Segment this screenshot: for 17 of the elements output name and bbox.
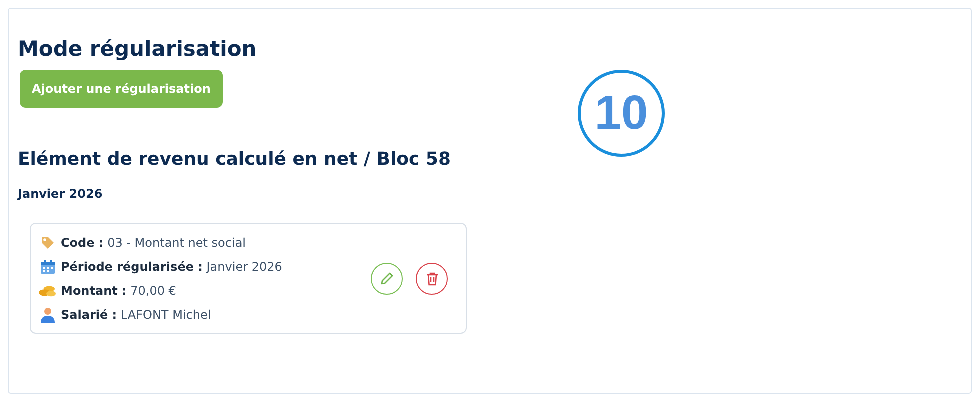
pencil-icon — [380, 272, 394, 286]
field-text: Période régularisée : Janvier 2026 — [61, 258, 282, 276]
add-regularisation-button[interactable]: Ajouter une régularisation — [20, 70, 223, 108]
delete-button[interactable] — [416, 262, 448, 294]
coins-icon — [39, 284, 56, 298]
page-title: Mode régularisation — [18, 36, 258, 63]
field-text: Montant : 70,00 € — [61, 282, 176, 300]
edit-button[interactable] — [371, 262, 403, 294]
field-text: Salarié : LAFONT Michel — [61, 306, 212, 324]
person-icon — [40, 306, 56, 322]
calendar-icon — [40, 258, 56, 274]
trash-icon — [426, 272, 438, 286]
section-title: Elément de revenu calculé en net / Bloc 58 — [18, 148, 452, 172]
field-text: Code : 03 - Montant net social — [61, 234, 246, 252]
number-callout: 10 — [578, 70, 665, 157]
tag-icon — [40, 234, 56, 250]
month-label: Janvier 2026 — [18, 186, 104, 203]
